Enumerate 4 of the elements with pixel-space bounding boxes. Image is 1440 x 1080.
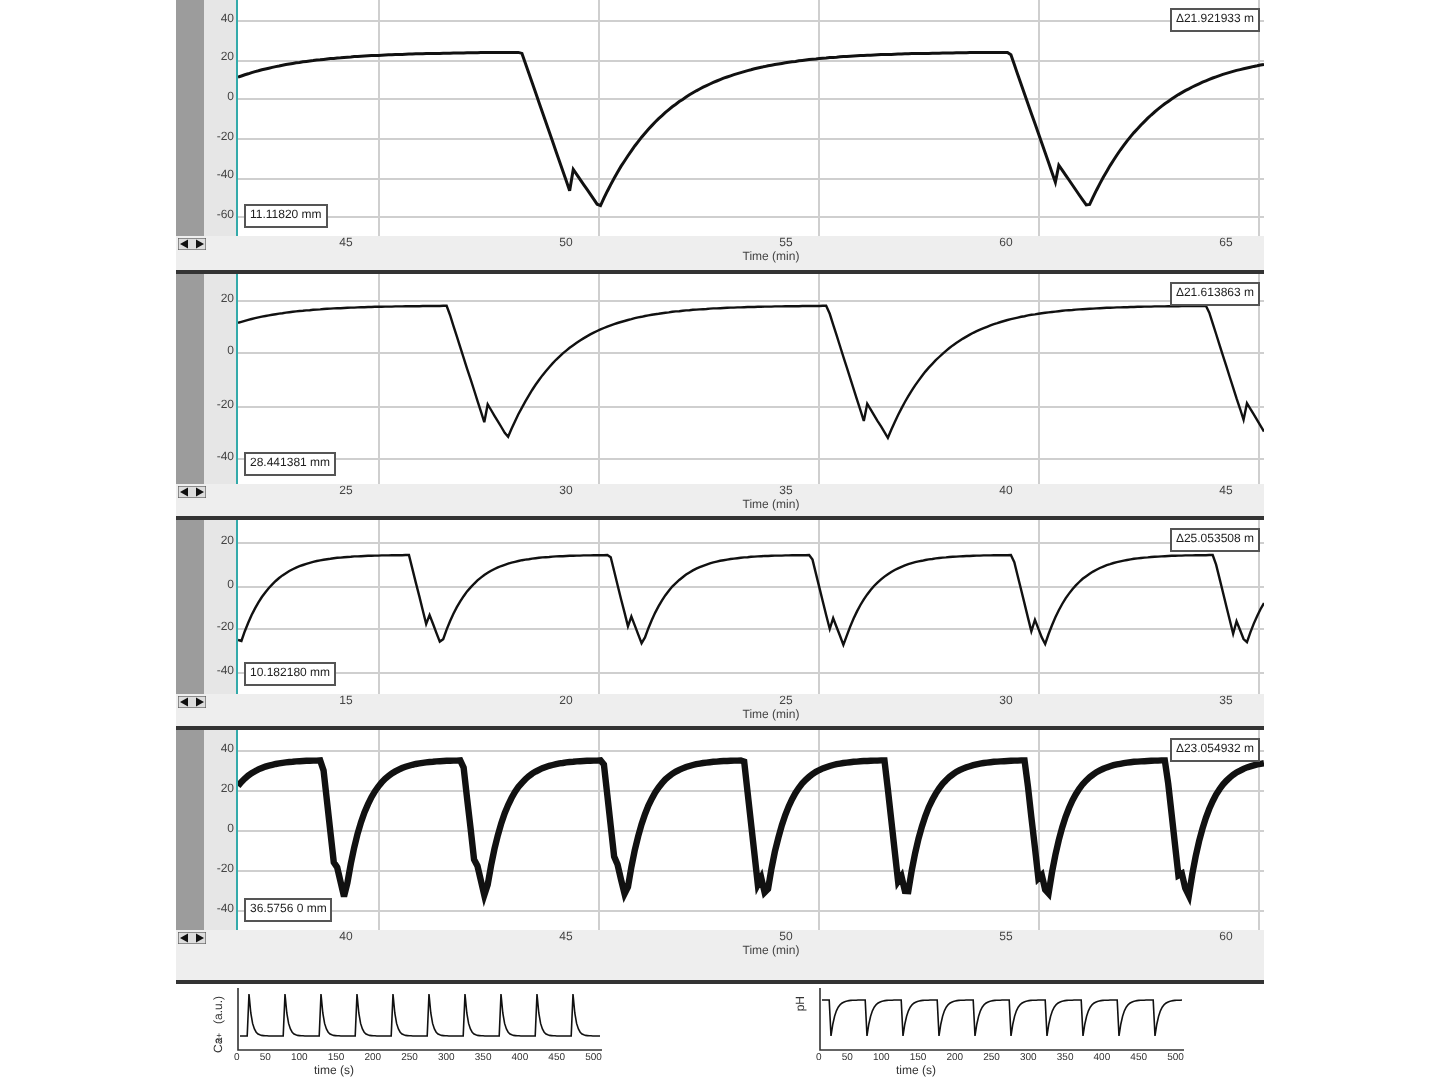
scroll-arrows-icon[interactable] <box>178 696 206 708</box>
scroll-arrows-icon[interactable] <box>178 486 206 498</box>
scroll-arrows-icon[interactable] <box>178 238 206 250</box>
scroll-arrows-icon[interactable] <box>178 932 206 944</box>
